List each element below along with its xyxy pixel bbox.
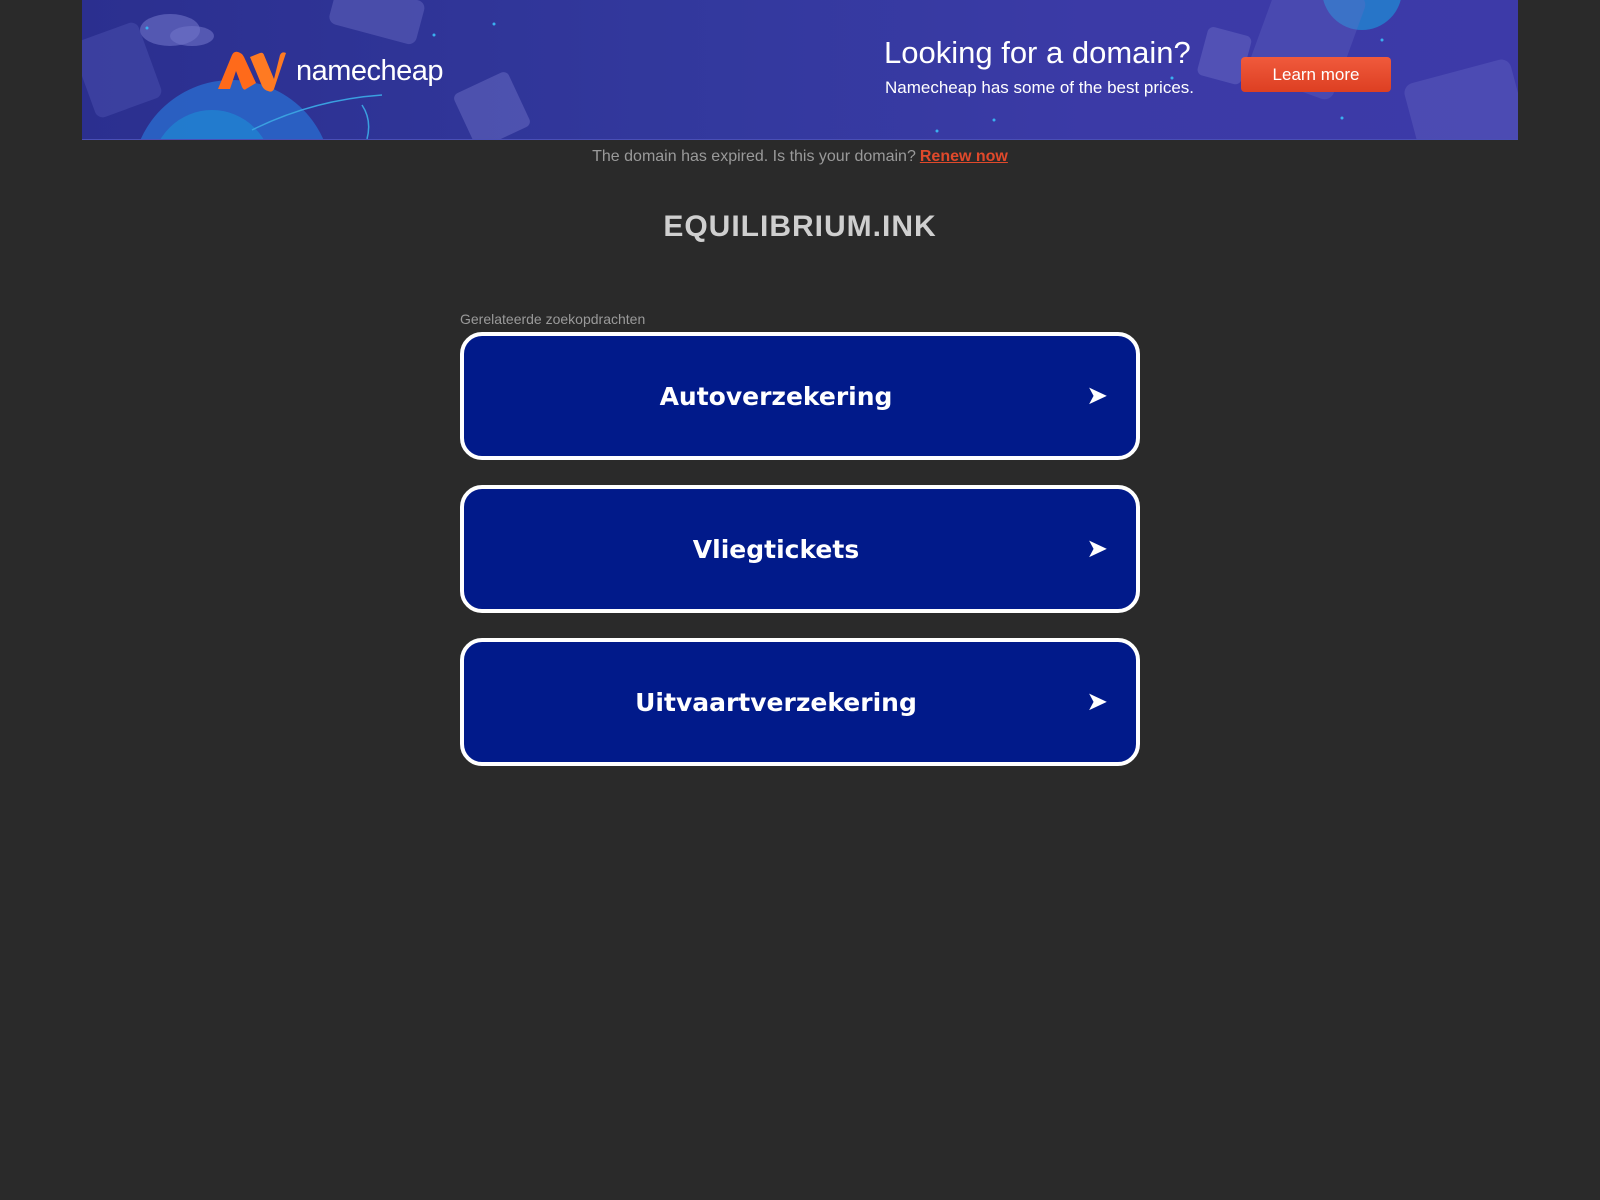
arrow-right-icon: ➤ xyxy=(1086,381,1108,411)
domain-name-heading: EQUILIBRIUM.INK xyxy=(663,210,937,243)
banner-title: Looking for a domain? xyxy=(884,35,1191,70)
namecheap-logo-text: namecheap xyxy=(296,54,444,87)
related-search-button-autoverzekering[interactable]: Autoverzekering ➤ xyxy=(460,332,1140,460)
expired-notice: The domain has expired. Is this your dom… xyxy=(0,148,1600,166)
arrow-right-icon: ➤ xyxy=(1086,687,1108,717)
banner-subtitle: Namecheap has some of the best prices. xyxy=(885,78,1194,97)
expired-notice-text: The domain has expired. Is this your dom… xyxy=(592,148,916,165)
related-search-label: Autoverzekering xyxy=(659,381,893,411)
related-search-button-vliegtickets[interactable]: Vliegtickets ➤ xyxy=(460,485,1140,613)
related-search-button-uitvaartverzekering[interactable]: Uitvaartverzekering ➤ xyxy=(460,638,1140,766)
arrow-right-icon: ➤ xyxy=(1086,534,1108,564)
namecheap-logo-icon xyxy=(218,51,286,92)
namecheap-logo[interactable]: namecheap xyxy=(216,48,444,94)
learn-more-button[interactable]: Learn more xyxy=(1241,57,1391,92)
namecheap-ad-banner[interactable]: namecheap Looking for a domain? Namechea… xyxy=(82,0,1518,140)
related-search-label: Vliegtickets xyxy=(692,534,860,564)
related-searches: Gerelateerde zoekopdrachten Autoverzeker… xyxy=(460,310,1140,791)
related-searches-label: Gerelateerde zoekopdrachten xyxy=(460,311,646,327)
related-search-label: Uitvaartverzekering xyxy=(635,687,917,717)
renew-now-link[interactable]: Renew now xyxy=(920,148,1008,165)
